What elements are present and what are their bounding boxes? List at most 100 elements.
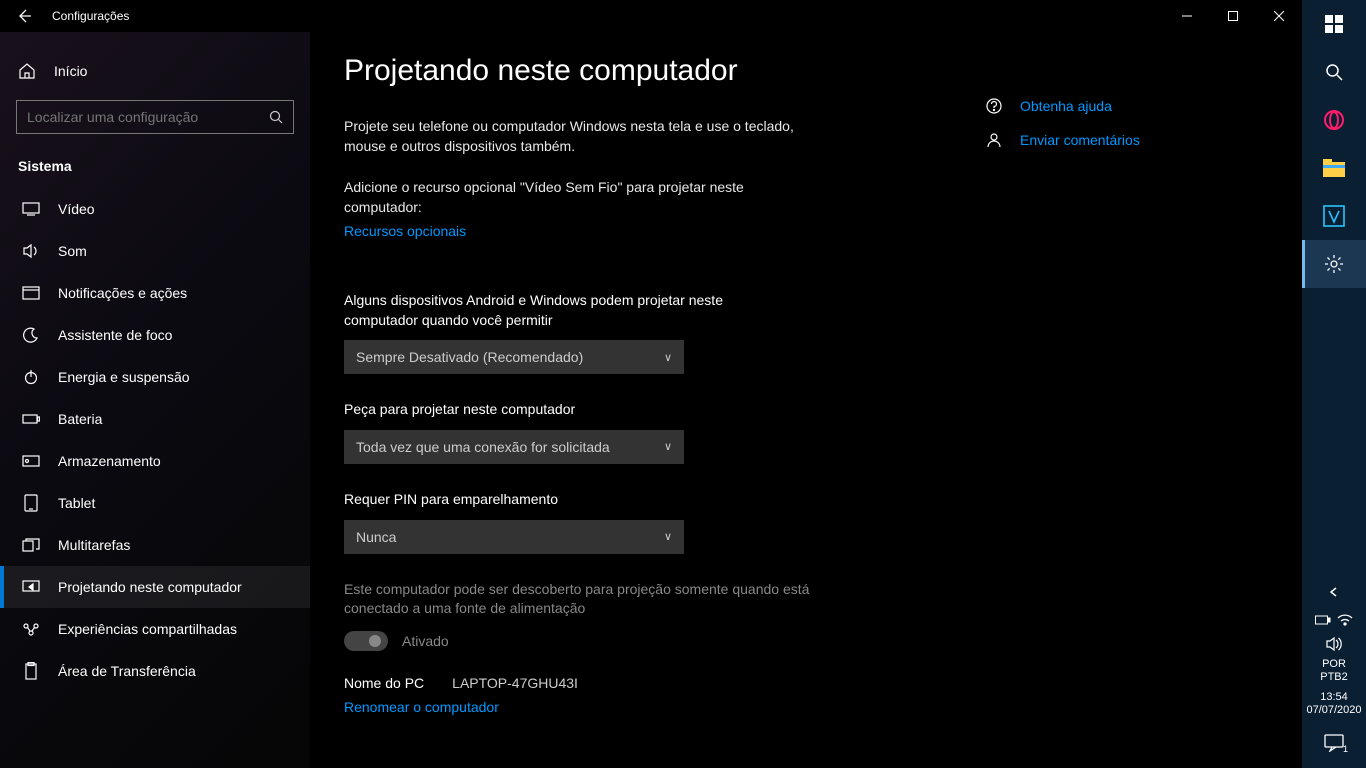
- get-help-label: Obtenha ajuda: [1020, 98, 1112, 114]
- pin-dropdown[interactable]: Nunca ∨: [344, 520, 684, 554]
- sidebar-item-label: Multitarefas: [58, 537, 130, 553]
- minimize-button[interactable]: [1164, 0, 1210, 32]
- start-button[interactable]: [1302, 0, 1366, 48]
- taskbar-app-settings[interactable]: [1302, 240, 1366, 288]
- sidebar-item-clipboard[interactable]: Área de Transferência: [0, 650, 310, 692]
- notifications-icon: [22, 284, 40, 302]
- pin-label: Requer PIN para emparelhamento: [344, 490, 794, 510]
- sidebar-item-notifications[interactable]: Notificações e ações: [0, 272, 310, 314]
- display-icon: [22, 200, 40, 218]
- discoverable-toggle[interactable]: [344, 631, 388, 651]
- power-note: Este computador pode ser descoberto para…: [344, 580, 814, 619]
- power-icon: [22, 368, 40, 386]
- tray-language[interactable]: POR PTB2: [1320, 656, 1348, 686]
- sidebar-home[interactable]: Início: [0, 52, 310, 90]
- sidebar-item-storage[interactable]: Armazenamento: [0, 440, 310, 482]
- chevron-down-icon: ∨: [664, 530, 672, 543]
- help-icon: [984, 96, 1004, 116]
- tray-wifi-icon[interactable]: [1337, 612, 1353, 628]
- pc-name-value: LAPTOP-47GHU43I: [452, 675, 578, 691]
- get-help-link[interactable]: Obtenha ajuda: [984, 96, 1254, 116]
- maximize-button[interactable]: [1210, 0, 1256, 32]
- sidebar-section-label: Sistema: [0, 152, 310, 188]
- sidebar-item-label: Área de Transferência: [58, 663, 196, 679]
- tray-expand-button[interactable]: [1302, 576, 1366, 608]
- give-feedback-link[interactable]: Enviar comentários: [984, 130, 1254, 150]
- sidebar-item-label: Experiências compartilhadas: [58, 621, 237, 637]
- sidebar-item-label: Vídeo: [58, 201, 95, 217]
- shared-icon: [22, 620, 40, 638]
- tray-volume-icon[interactable]: [1326, 636, 1342, 652]
- sidebar-item-power[interactable]: Energia e suspensão: [0, 356, 310, 398]
- sidebar-item-label: Projetando neste computador: [58, 579, 242, 595]
- tray-battery-icon[interactable]: [1315, 612, 1331, 628]
- tray-clock[interactable]: 13:54 07/07/2020: [1306, 687, 1361, 723]
- sidebar-item-shared-experiences[interactable]: Experiências compartilhadas: [0, 608, 310, 650]
- sidebar-item-label: Assistente de foco: [58, 327, 172, 343]
- tray-row: [1302, 608, 1366, 632]
- search-icon: [269, 110, 283, 124]
- home-icon: [18, 62, 36, 80]
- toggle-state-label: Ativado: [402, 633, 449, 649]
- permit-dropdown-value: Sempre Desativado (Recomendado): [356, 349, 583, 365]
- window-title: Configurações: [52, 9, 129, 23]
- storage-icon: [22, 452, 40, 470]
- right-rail: Obtenha ajuda Enviar comentários: [984, 54, 1254, 768]
- sidebar-item-sound[interactable]: Som: [0, 230, 310, 272]
- sidebar-item-label: Notificações e ações: [58, 285, 187, 301]
- ask-dropdown[interactable]: Toda vez que uma conexão for solicitada …: [344, 430, 684, 464]
- search-box[interactable]: [16, 100, 294, 134]
- moon-icon: [22, 326, 40, 344]
- feedback-icon: [984, 130, 1004, 150]
- sidebar-item-label: Armazenamento: [58, 453, 161, 469]
- back-button[interactable]: [16, 8, 32, 24]
- taskbar-app-v[interactable]: [1302, 192, 1366, 240]
- feature-prompt: Adicione o recurso opcional "Vídeo Sem F…: [344, 177, 814, 218]
- sidebar-item-multitasking[interactable]: Multitarefas: [0, 524, 310, 566]
- page-title: Projetando neste computador: [344, 54, 984, 88]
- sidebar-item-focus-assist[interactable]: Assistente de foco: [0, 314, 310, 356]
- sound-icon: [22, 242, 40, 260]
- rename-pc-link[interactable]: Renomear o computador: [344, 699, 499, 715]
- settings-window: Configurações Início Sistema Vídeo: [0, 0, 1302, 768]
- pin-dropdown-value: Nunca: [356, 529, 396, 545]
- ask-dropdown-value: Toda vez que uma conexão for solicitada: [356, 439, 610, 455]
- sidebar-item-label: Energia e suspensão: [58, 369, 190, 385]
- permit-label: Alguns dispositivos Android e Windows po…: [344, 291, 794, 330]
- taskbar-app-explorer[interactable]: [1302, 144, 1366, 192]
- multitasking-icon: [22, 536, 40, 554]
- pc-name-label: Nome do PC: [344, 675, 424, 691]
- titlebar: Configurações: [0, 0, 1302, 32]
- tray-lang-1: POR: [1320, 658, 1348, 671]
- sidebar-item-projecting[interactable]: Projetando neste computador: [0, 566, 310, 608]
- taskbar-search-button[interactable]: [1302, 48, 1366, 96]
- sidebar-item-tablet[interactable]: Tablet: [0, 482, 310, 524]
- sidebar-item-label: Bateria: [58, 411, 102, 427]
- ask-label: Peça para projetar neste computador: [344, 400, 794, 420]
- action-center-button[interactable]: 1: [1302, 722, 1366, 764]
- sidebar-item-label: Som: [58, 243, 87, 259]
- intro-text: Projete seu telefone ou computador Windo…: [344, 116, 814, 157]
- permit-dropdown[interactable]: Sempre Desativado (Recomendado) ∨: [344, 340, 684, 374]
- sidebar-item-label: Tablet: [58, 495, 95, 511]
- notification-count: 1: [1343, 744, 1348, 754]
- search-input[interactable]: [27, 109, 269, 125]
- tablet-icon: [22, 494, 40, 512]
- sidebar: Início Sistema Vídeo Som Notificações e …: [0, 32, 310, 768]
- sidebar-item-battery[interactable]: Bateria: [0, 398, 310, 440]
- main-content: Projetando neste computador Projete seu …: [310, 32, 1302, 768]
- close-button[interactable]: [1256, 0, 1302, 32]
- window-controls: [1164, 0, 1302, 32]
- clipboard-icon: [22, 662, 40, 680]
- tray-date: 07/07/2020: [1306, 704, 1361, 718]
- optional-features-link[interactable]: Recursos opcionais: [344, 223, 466, 239]
- sidebar-home-label: Início: [54, 63, 87, 79]
- projecting-icon: [22, 578, 40, 596]
- chevron-down-icon: ∨: [664, 351, 672, 364]
- chevron-down-icon: ∨: [664, 440, 672, 453]
- sidebar-item-video[interactable]: Vídeo: [0, 188, 310, 230]
- give-feedback-label: Enviar comentários: [1020, 132, 1140, 148]
- taskbar-app-opera[interactable]: [1302, 96, 1366, 144]
- battery-icon: [22, 410, 40, 428]
- tray-row-2: [1302, 632, 1366, 656]
